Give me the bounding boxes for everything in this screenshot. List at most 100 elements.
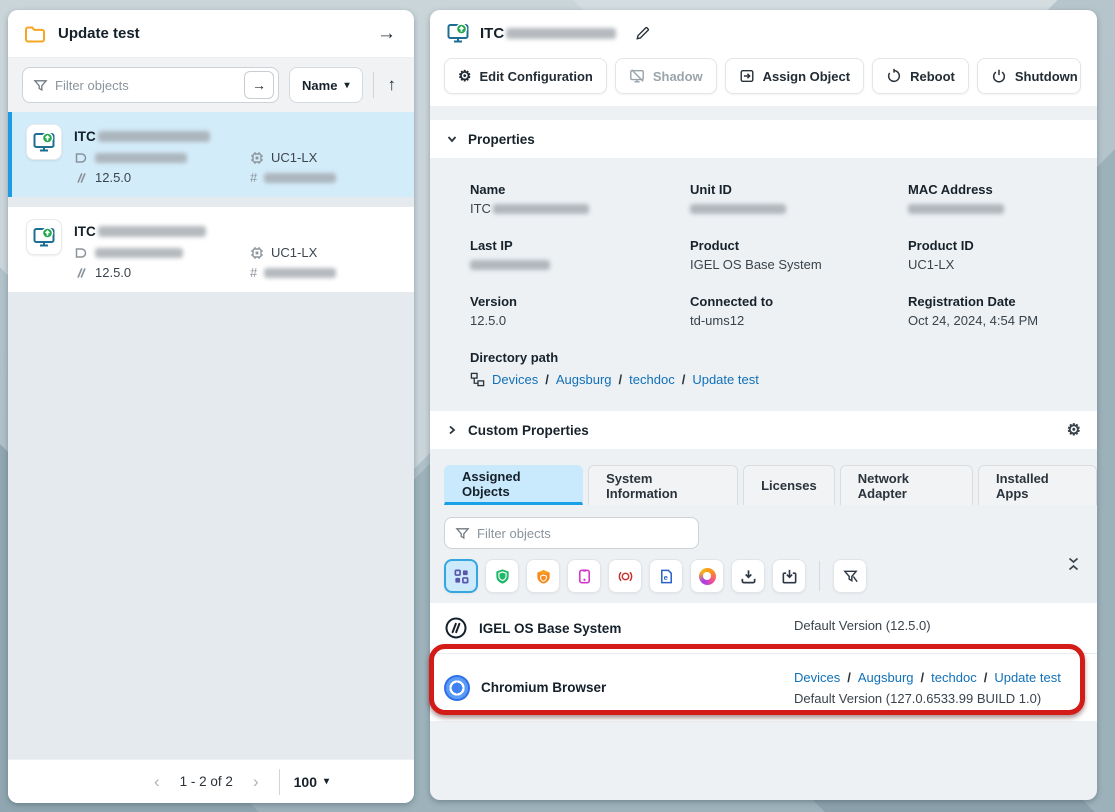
sort-field-label: Name <box>302 78 337 93</box>
filter-category-button[interactable] <box>485 559 519 593</box>
filter-category-button[interactable]: e <box>649 559 683 593</box>
redacted-value <box>470 260 550 270</box>
device-version: 12.5.0 <box>74 265 250 280</box>
breadcrumb-link[interactable]: Devices <box>492 372 538 387</box>
cpu-icon <box>250 246 264 260</box>
spacer <box>430 387 1097 411</box>
device-filter-input[interactable] <box>55 78 244 93</box>
shutdown-button[interactable]: Shutdown <box>977 58 1081 94</box>
power-icon <box>991 68 1007 84</box>
tab-system-information[interactable]: System Information <box>588 465 738 505</box>
pagination: ‹ 1 - 2 of 2 › 100 ▾ <box>8 759 414 803</box>
next-page-icon[interactable]: › <box>247 772 265 792</box>
breadcrumb-link[interactable]: Update test <box>692 372 759 387</box>
ip-hash-icon: # <box>250 265 257 280</box>
divider <box>279 769 280 795</box>
reboot-button[interactable]: Reboot <box>872 58 969 94</box>
device-list-item[interactable]: ITC <box>8 112 414 197</box>
assigned-objects-filter-input[interactable] <box>477 526 694 541</box>
device-filter-field[interactable]: → <box>22 67 279 103</box>
redacted-value <box>690 204 786 214</box>
tab-assigned-objects[interactable]: Assigned Objects <box>444 465 583 505</box>
property-field: Version 12.5.0 <box>470 294 690 328</box>
edit-configuration-button[interactable]: ⚙ Edit Configuration <box>444 58 607 94</box>
grid-icon <box>453 568 470 585</box>
properties-content: Name ITC Unit ID MAC Address Last IP <box>430 158 1097 387</box>
breadcrumb-link[interactable]: Augsburg <box>556 372 612 387</box>
breadcrumb-link[interactable]: Augsburg <box>858 670 914 685</box>
device-ip: # <box>250 170 400 185</box>
property-field: Unit ID <box>690 182 908 216</box>
filter-category-button[interactable] <box>526 559 560 593</box>
svg-text:e: e <box>663 572 667 581</box>
device-name: ITC <box>74 219 400 243</box>
filter-category-button[interactable] <box>608 559 642 593</box>
device-action-toolbar: ⚙ Edit Configuration Shadow Assign Objec… <box>430 56 1097 106</box>
breadcrumb-link[interactable]: techdoc <box>931 670 977 685</box>
tab-installed-apps[interactable]: Installed Apps <box>978 465 1097 505</box>
tab-network-adapter[interactable]: Network Adapter <box>840 465 973 505</box>
shadow-button[interactable]: Shadow <box>615 58 717 94</box>
device-filter-bar: → Name ▾ ↑ <box>8 58 414 112</box>
page-size-selector[interactable]: 100 ▾ <box>294 774 329 790</box>
panel-collapse-arrow-icon[interactable]: → <box>377 23 396 45</box>
divider <box>373 72 374 98</box>
clear-filter-button[interactable] <box>833 559 867 593</box>
breadcrumb-separator: / <box>984 670 988 685</box>
tree-icon <box>470 372 485 387</box>
device-details: UC1-LX 12.5.0 # <box>74 245 400 280</box>
device-list: ITC <box>8 112 414 759</box>
import-button[interactable] <box>772 559 806 593</box>
download-icon <box>740 568 757 585</box>
device-list-item[interactable]: ITC <box>8 207 414 292</box>
assigned-object-meta: Default Version (12.5.0) <box>794 618 1081 638</box>
collapse-vertical-icon[interactable] <box>1068 557 1079 571</box>
pagination-range: 1 - 2 of 2 <box>180 774 233 789</box>
tab-licenses[interactable]: Licenses <box>743 465 835 505</box>
redacted-serial <box>95 248 183 258</box>
custom-properties-section-header[interactable]: Custom Properties ⚙ <box>430 411 1097 449</box>
filter-category-button[interactable] <box>567 559 601 593</box>
custom-properties-label: Custom Properties <box>468 423 589 438</box>
device-icon <box>26 124 62 160</box>
filter-all-categories-button[interactable] <box>444 559 478 593</box>
device-list-header: Update test → <box>8 10 414 58</box>
properties-section-header[interactable]: Properties <box>430 120 1097 158</box>
prev-page-icon[interactable]: ‹ <box>148 772 166 792</box>
property-value <box>908 201 1067 216</box>
assign-object-button[interactable]: Assign Object <box>725 58 864 94</box>
edit-pencil-icon[interactable] <box>634 25 651 42</box>
property-value: 12.5.0 <box>470 313 690 328</box>
breadcrumb-link[interactable]: techdoc <box>629 372 675 387</box>
browser-ring-hole <box>703 572 711 580</box>
assigned-object-row[interactable]: IGEL OS Base System Default Version (12.… <box>430 603 1097 653</box>
device-version-value: 12.5.0 <box>95 265 131 280</box>
browser-ring-icon <box>699 568 716 585</box>
gear-icon[interactable]: ⚙ <box>1067 420 1081 440</box>
assign-object-icon <box>739 68 755 84</box>
assigned-object-name: IGEL OS Base System <box>479 621 621 636</box>
divider <box>819 561 820 591</box>
clear-filter-icon <box>842 568 859 585</box>
breadcrumb-link[interactable]: Devices <box>794 670 840 685</box>
assigned-object-name: Chromium Browser <box>481 680 606 695</box>
redacted-serial <box>95 153 187 163</box>
property-label: Unit ID <box>690 182 908 197</box>
filter-category-button[interactable] <box>690 559 724 593</box>
caret-down-icon: ▾ <box>324 776 329 787</box>
ip-hash-icon: # <box>250 170 257 185</box>
assigned-object-version: Default Version (12.5.0) <box>794 618 1081 633</box>
cpu-icon <box>250 151 264 165</box>
assigned-object-row[interactable]: Chromium Browser Devices / Augsburg / te… <box>430 653 1097 721</box>
breadcrumb-link[interactable]: Update test <box>994 670 1061 685</box>
breadcrumb-separator: / <box>619 372 623 387</box>
assigned-objects-filter-field[interactable] <box>444 517 699 549</box>
device-detail-title: ITC <box>480 25 616 42</box>
sort-field-button[interactable]: Name ▾ <box>289 67 362 103</box>
property-field: Product ID UC1-LX <box>908 238 1067 272</box>
submit-filter-icon[interactable]: → <box>244 71 274 99</box>
sort-ascending-icon[interactable]: ↑ <box>384 75 401 95</box>
download-button[interactable] <box>731 559 765 593</box>
overflow-menu-icon[interactable]: ⋮ <box>1089 66 1097 86</box>
shadow-icon <box>629 68 645 84</box>
